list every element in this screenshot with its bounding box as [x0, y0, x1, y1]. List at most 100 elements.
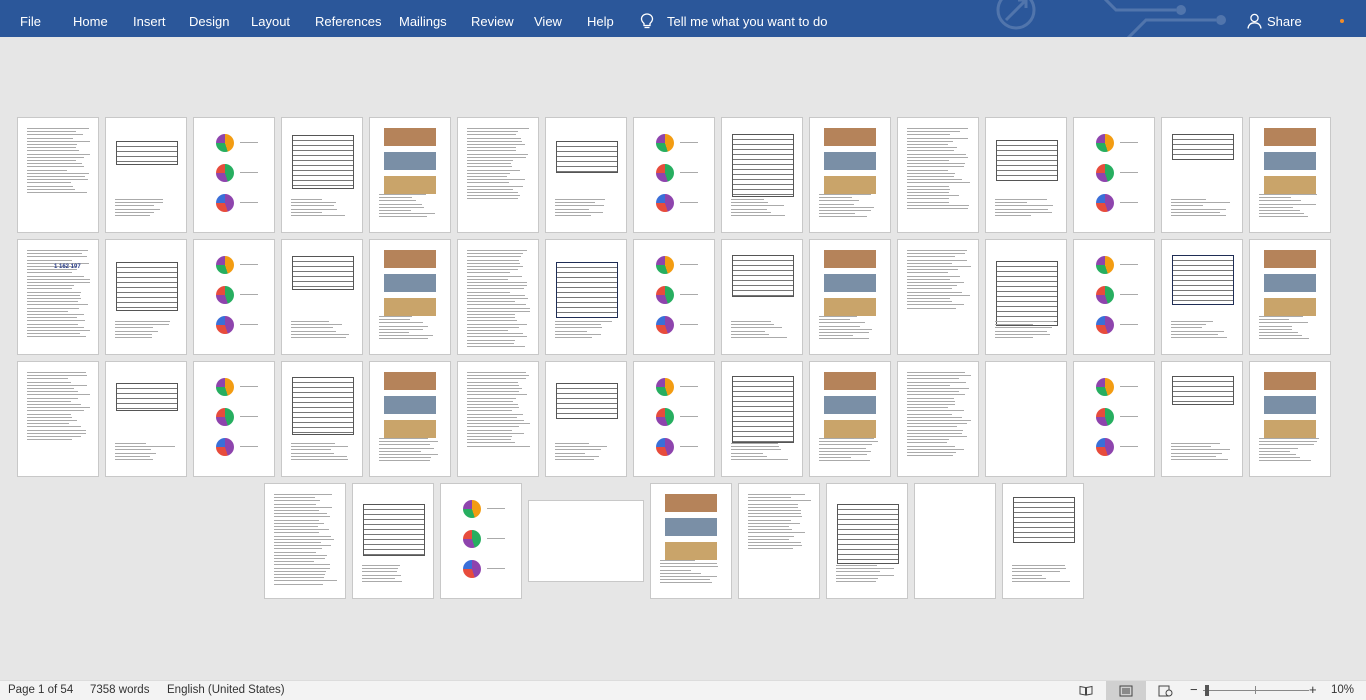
page-thumbnail[interactable]: [369, 239, 451, 355]
text-line: [1171, 455, 1217, 457]
language-indicator[interactable]: English (United States): [167, 684, 285, 696]
page-thumbnail[interactable]: [457, 117, 539, 233]
page-thumbnail[interactable]: [985, 239, 1067, 355]
zoom-out-button[interactable]: −: [1190, 682, 1198, 697]
read-mode-icon[interactable]: [1075, 681, 1097, 700]
page-thumbnail[interactable]: [1249, 239, 1331, 355]
page-thumbnail[interactable]: [738, 483, 820, 599]
page-thumbnail[interactable]: [264, 483, 346, 599]
text-line: [27, 291, 82, 293]
tell-me-search[interactable]: Tell me what you want to do: [640, 0, 827, 37]
tab-home[interactable]: Home: [73, 0, 108, 37]
tab-layout[interactable]: Layout: [251, 0, 290, 37]
page-thumbnail[interactable]: [1002, 483, 1084, 599]
page-thumbnail[interactable]: [897, 361, 979, 477]
tab-insert[interactable]: Insert: [133, 0, 166, 37]
page-thumbnail[interactable]: [1073, 239, 1155, 355]
page-thumbnail[interactable]: [105, 361, 187, 477]
page-thumbnail[interactable]: [17, 117, 99, 233]
page-thumbnail[interactable]: [369, 117, 451, 233]
page-thumbnail[interactable]: [1161, 117, 1243, 233]
page-thumbnail[interactable]: [281, 239, 363, 355]
zoom-in-button[interactable]: +: [1309, 682, 1317, 697]
page-thumbnail[interactable]: [281, 117, 363, 233]
pie-chart-thumbnail: [656, 408, 674, 426]
text-line: [379, 316, 412, 317]
page-thumbnail[interactable]: [721, 239, 803, 355]
tab-design[interactable]: Design: [189, 0, 229, 37]
tab-review[interactable]: Review: [471, 0, 514, 37]
text-line: [555, 443, 589, 444]
page-thumbnail[interactable]: [633, 117, 715, 233]
text-line: [1259, 447, 1298, 449]
page-thumbnail[interactable]: [897, 117, 979, 233]
pie-chart-thumbnail: [216, 194, 234, 212]
zoom-slider-thumb[interactable]: [1205, 685, 1209, 696]
text-line: [27, 388, 75, 389]
text-line: [1259, 203, 1317, 205]
page-thumbnail[interactable]: [1161, 239, 1243, 355]
page-thumbnail[interactable]: [1161, 361, 1243, 477]
page-thumbnail[interactable]: [528, 500, 644, 582]
text-line: [274, 545, 331, 547]
page-thumbnail[interactable]: [1249, 117, 1331, 233]
tab-view[interactable]: View: [534, 0, 562, 37]
page-thumbnail[interactable]: [1073, 361, 1155, 477]
table-thumbnail: [292, 134, 354, 190]
page-thumbnail[interactable]: [809, 117, 891, 233]
page-thumbnail[interactable]: [105, 117, 187, 233]
word-count[interactable]: 7358 words: [90, 684, 149, 696]
page-thumbnail[interactable]: [545, 117, 627, 233]
page-thumbnail[interactable]: [193, 117, 275, 233]
page-thumbnail[interactable]: 1 162 197: [17, 239, 99, 355]
tab-mailings[interactable]: Mailings: [399, 0, 447, 37]
page-indicator[interactable]: Page 1 of 54: [8, 684, 73, 696]
page-thumbnail[interactable]: [17, 361, 99, 477]
page-thumbnail[interactable]: [721, 361, 803, 477]
page-thumbnail[interactable]: [352, 483, 434, 599]
page-thumbnail[interactable]: [1073, 117, 1155, 233]
page-thumbnail[interactable]: [369, 361, 451, 477]
text-line: [467, 282, 528, 283]
web-layout-icon[interactable]: [1154, 681, 1176, 700]
page-thumbnail[interactable]: [545, 239, 627, 355]
page-thumbnail[interactable]: [193, 239, 275, 355]
legend-line: [1120, 172, 1138, 173]
page-thumbnail[interactable]: [897, 239, 979, 355]
tab-help[interactable]: Help: [587, 0, 614, 37]
page-thumbnail[interactable]: [545, 361, 627, 477]
page-thumbnail[interactable]: [633, 361, 715, 477]
tab-file[interactable]: File: [20, 0, 41, 37]
text-line: [907, 304, 964, 306]
text-line: [1171, 337, 1228, 338]
page-thumbnail[interactable]: [985, 117, 1067, 233]
zoom-slider[interactable]: [1203, 690, 1309, 691]
print-layout-icon[interactable]: [1106, 681, 1146, 700]
page-thumbnail[interactable]: [457, 239, 539, 355]
pie-chart-thumbnail: [656, 134, 674, 152]
text-line: [467, 259, 520, 261]
tab-references[interactable]: References: [315, 0, 381, 37]
text-line: [467, 128, 529, 129]
table-thumbnail: [1172, 134, 1234, 160]
page-thumbnail[interactable]: [826, 483, 908, 599]
page-thumbnail[interactable]: [457, 361, 539, 477]
page-thumbnail[interactable]: [633, 239, 715, 355]
document-area[interactable]: 1 162 197: [0, 37, 1366, 680]
page-thumbnail[interactable]: [1249, 361, 1331, 477]
page-thumbnail[interactable]: [914, 483, 996, 599]
notification-dot[interactable]: [1340, 19, 1344, 23]
page-thumbnail[interactable]: [809, 361, 891, 477]
zoom-level[interactable]: 10%: [1331, 684, 1354, 696]
text-line: [467, 375, 529, 377]
page-thumbnail[interactable]: [985, 361, 1067, 477]
text-line: [467, 342, 515, 344]
page-thumbnail[interactable]: [650, 483, 732, 599]
page-thumbnail[interactable]: [193, 361, 275, 477]
page-thumbnail[interactable]: [105, 239, 187, 355]
share-button[interactable]: Share: [1247, 0, 1302, 37]
page-thumbnail[interactable]: [440, 483, 522, 599]
page-thumbnail[interactable]: [281, 361, 363, 477]
page-thumbnail[interactable]: [721, 117, 803, 233]
page-thumbnail[interactable]: [809, 239, 891, 355]
